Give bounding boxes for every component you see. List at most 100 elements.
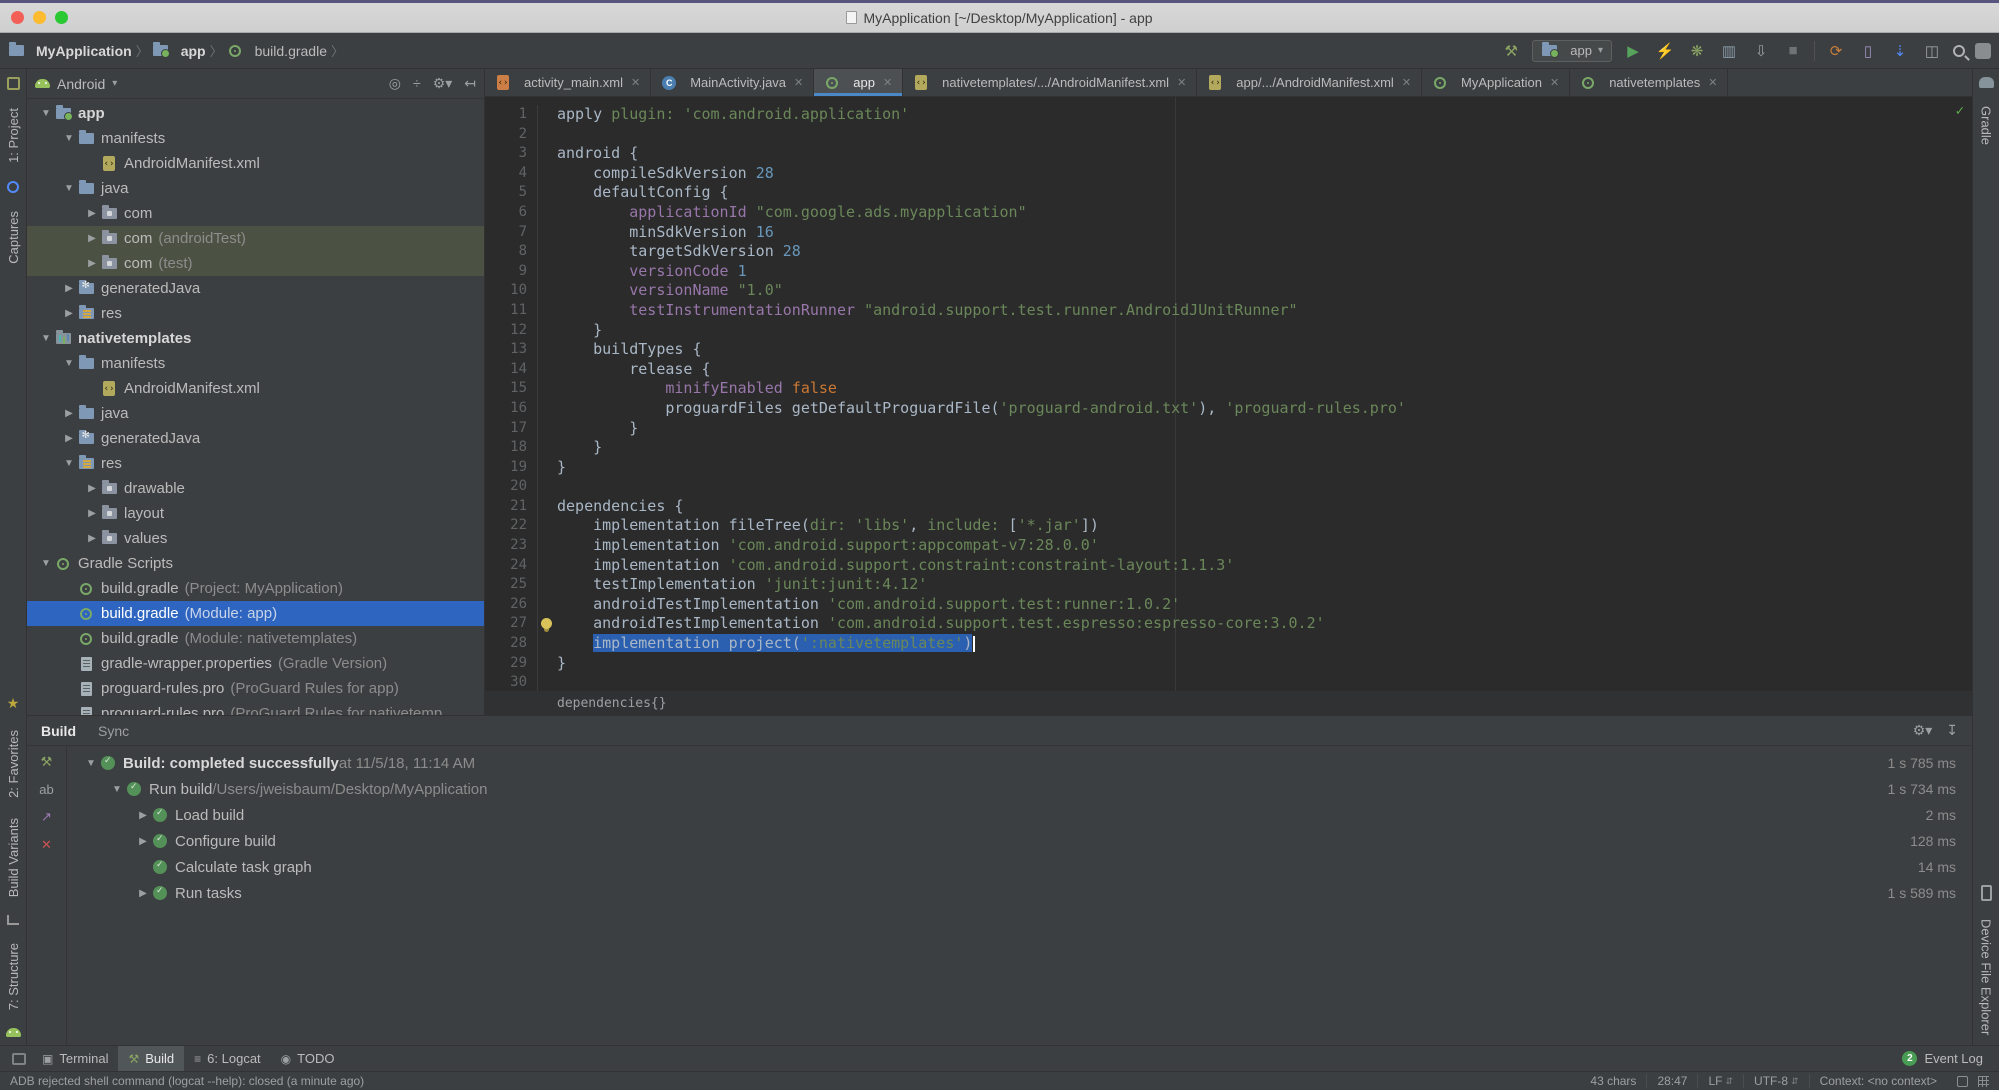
chevron-collapsed-icon[interactable]: ▶ (83, 233, 101, 244)
code-line[interactable]: 12 } (485, 320, 1972, 341)
chevron-expanded-icon[interactable]: ▼ (37, 558, 55, 569)
tree-row[interactable]: ▼ manifests (27, 351, 484, 376)
code-line[interactable]: 29} (485, 653, 1972, 674)
code-line[interactable]: 26 androidTestImplementation 'com.androi… (485, 594, 1972, 615)
tool-window-button-Terminal[interactable]: ▣ Terminal (32, 1046, 118, 1071)
tool-project[interactable]: 1: Project (6, 108, 21, 163)
chevron-expanded-icon[interactable]: ▼ (107, 784, 127, 795)
code-line[interactable]: 14 release { (485, 359, 1972, 380)
tab-nativetemplates/.../AndroidManifest.xml[interactable]: ‹› nativetemplates/.../AndroidManifest.xm… (903, 69, 1198, 96)
code-line[interactable]: 8 targetSdkVersion 28 (485, 242, 1972, 262)
code-line[interactable]: 11 testInstrumentationRunner "android.su… (485, 300, 1972, 321)
chevron-expanded-icon[interactable]: ▼ (60, 183, 78, 194)
tree-row[interactable]: build.gradle (Module: nativetemplates) (27, 626, 484, 651)
build-row[interactable]: ▼ Build: completed successfully at 11/5/1… (67, 750, 1972, 776)
breadcrumb-item-MyApplication[interactable]: MyApplication (8, 42, 132, 59)
chevron-collapsed-icon[interactable]: ▶ (133, 836, 153, 847)
chevron-expanded-icon[interactable]: ▼ (60, 358, 78, 369)
code-line[interactable]: 18 } (485, 438, 1972, 458)
code-line[interactable]: 10 versionName "1.0" (485, 281, 1972, 301)
tree-row[interactable]: ‹› AndroidManifest.xml (27, 151, 484, 176)
tab-app/.../AndroidManifest.xml[interactable]: ‹› app/.../AndroidManifest.xml ✕ (1197, 69, 1423, 96)
tree-row[interactable]: ▼ java (27, 176, 484, 201)
status-item[interactable]: UTF-8 ⇵ (1743, 1074, 1809, 1088)
tool-window-switcher-icon[interactable] (12, 1052, 26, 1065)
tree-row[interactable]: ▶ generatedJava (27, 426, 484, 451)
tree-row[interactable]: ▼ res (27, 451, 484, 476)
chevron-expanded-icon[interactable]: ▼ (81, 758, 101, 769)
code-line[interactable]: 7 minSdkVersion 16 (485, 222, 1972, 243)
status-item[interactable]: 28:47 (1646, 1074, 1697, 1088)
tree-row[interactable]: ▼ app (27, 101, 484, 126)
close-icon[interactable]: ✕ (631, 76, 640, 89)
build-row[interactable]: ▶ Load build 2 ms (67, 802, 1972, 828)
profiler-icon[interactable]: ▥ (1718, 42, 1740, 60)
chevron-collapsed-icon[interactable]: ▶ (133, 888, 153, 899)
export-icon[interactable]: ↗ (41, 809, 52, 825)
tab-build[interactable]: Build (41, 723, 76, 739)
chevron-collapsed-icon[interactable]: ▶ (83, 208, 101, 219)
tool-gradle[interactable]: Gradle (1979, 106, 1994, 145)
code-line[interactable]: 22 implementation fileTree(dir: 'libs', … (485, 516, 1972, 537)
chevron-collapsed-icon[interactable]: ▶ (60, 433, 78, 444)
chevron-collapsed-icon[interactable]: ▶ (60, 283, 78, 294)
code-line[interactable]: 25 testImplementation 'junit:junit:4.12' (485, 575, 1972, 595)
chevron-collapsed-icon[interactable]: ▶ (60, 408, 78, 419)
chevron-collapsed-icon[interactable]: ▶ (133, 810, 153, 821)
close-icon[interactable]: ✕ (41, 837, 52, 853)
code-line[interactable]: 21 dependencies { (485, 496, 1972, 517)
tree-row[interactable]: ▶ generatedJava (27, 276, 484, 301)
build-row[interactable]: ▶ Configure build 128 ms (67, 828, 1972, 854)
tab-app[interactable]: app ✕ (814, 69, 904, 96)
code-line[interactable]: 27 androidTestImplementation 'com.androi… (485, 614, 1972, 635)
tab-MainActivity.java[interactable]: C MainActivity.java ✕ (651, 69, 815, 96)
tool-structure[interactable]: 7: Structure (6, 943, 21, 1010)
stop-icon[interactable]: ■ (1782, 42, 1804, 59)
chevron-collapsed-icon[interactable]: ▶ (83, 508, 101, 519)
tree-row[interactable]: ▶ drawable (27, 476, 484, 501)
tool-device-file-explorer[interactable]: Device File Explorer (1979, 919, 1994, 1035)
project-view-selector[interactable]: Android (57, 76, 105, 92)
filter-text-icon[interactable]: ab (39, 782, 53, 797)
tree-row[interactable]: ▼ nativetemplates (27, 326, 484, 351)
tree-row[interactable]: ▶ layout (27, 501, 484, 526)
event-log-button[interactable]: 2 Event Log (1902, 1051, 1993, 1066)
tree-row[interactable]: ▶ values (27, 526, 484, 551)
tree-row[interactable]: ▼ manifests (27, 126, 484, 151)
code-line[interactable]: 19} (485, 457, 1972, 478)
code-line[interactable]: 24 implementation 'com.android.support.c… (485, 555, 1972, 576)
code-line[interactable]: 5 defaultConfig { (485, 183, 1972, 203)
code-line[interactable]: 4 compileSdkVersion 28 (485, 163, 1972, 184)
run-icon[interactable]: ▶ (1622, 42, 1644, 60)
chevron-down-icon[interactable]: ▾ (112, 78, 117, 89)
code-line[interactable]: 9 versionCode 1 (485, 261, 1972, 282)
tree-row[interactable]: ▶ java (27, 401, 484, 426)
chevron-expanded-icon[interactable]: ▼ (37, 333, 55, 344)
tool-window-button-TODO[interactable]: ◉ TODO (271, 1046, 345, 1071)
tool-favorites[interactable]: 2: Favorites (6, 730, 21, 798)
tool-window-button-Build[interactable]: ⚒ Build (118, 1046, 185, 1071)
code-line[interactable]: 16 proguardFiles getDefaultProguardFile(… (485, 398, 1972, 419)
collapse-all-icon[interactable]: ÷ (413, 75, 421, 92)
chevron-collapsed-icon[interactable]: ▶ (83, 258, 101, 269)
tree-row[interactable]: proguard-rules.pro (ProGuard Rules for ap… (27, 676, 484, 701)
build-hammer-icon[interactable]: ⚒ (1500, 42, 1522, 60)
code-line[interactable]: 15 minifyEnabled false (485, 379, 1972, 399)
code-line[interactable]: 13 buildTypes { (485, 340, 1972, 360)
close-icon[interactable]: ✕ (1708, 76, 1717, 89)
chevron-expanded-icon[interactable]: ▼ (60, 458, 78, 469)
restart-build-icon[interactable]: ⚒ (41, 754, 53, 770)
build-row[interactable]: ▼ Run build /Users/jweisbaum/Desktop/MyAp… (67, 776, 1972, 802)
sdk-manager-icon[interactable]: ⇣ (1889, 42, 1911, 60)
tree-row[interactable]: ▶ com (test) (27, 251, 484, 276)
status-item[interactable]: LF ⇵ (1697, 1074, 1743, 1088)
notification-icon[interactable] (1957, 1075, 1968, 1087)
code-line[interactable]: 28 implementation project(':nativetempla… (485, 634, 1972, 654)
chevron-collapsed-icon[interactable]: ▶ (60, 308, 78, 319)
editor[interactable]: ✓ 1 apply plugin: 'com.android.applicatio… (485, 97, 1972, 691)
code-line[interactable]: 17 } (485, 418, 1972, 439)
view-options-icon[interactable]: ⚙▾ (433, 75, 453, 92)
collapse-panel-icon[interactable]: ↧ (1946, 722, 1958, 739)
tree-row[interactable]: ‹› AndroidManifest.xml (27, 376, 484, 401)
layout-inspector-icon[interactable]: ◫ (1921, 42, 1943, 60)
